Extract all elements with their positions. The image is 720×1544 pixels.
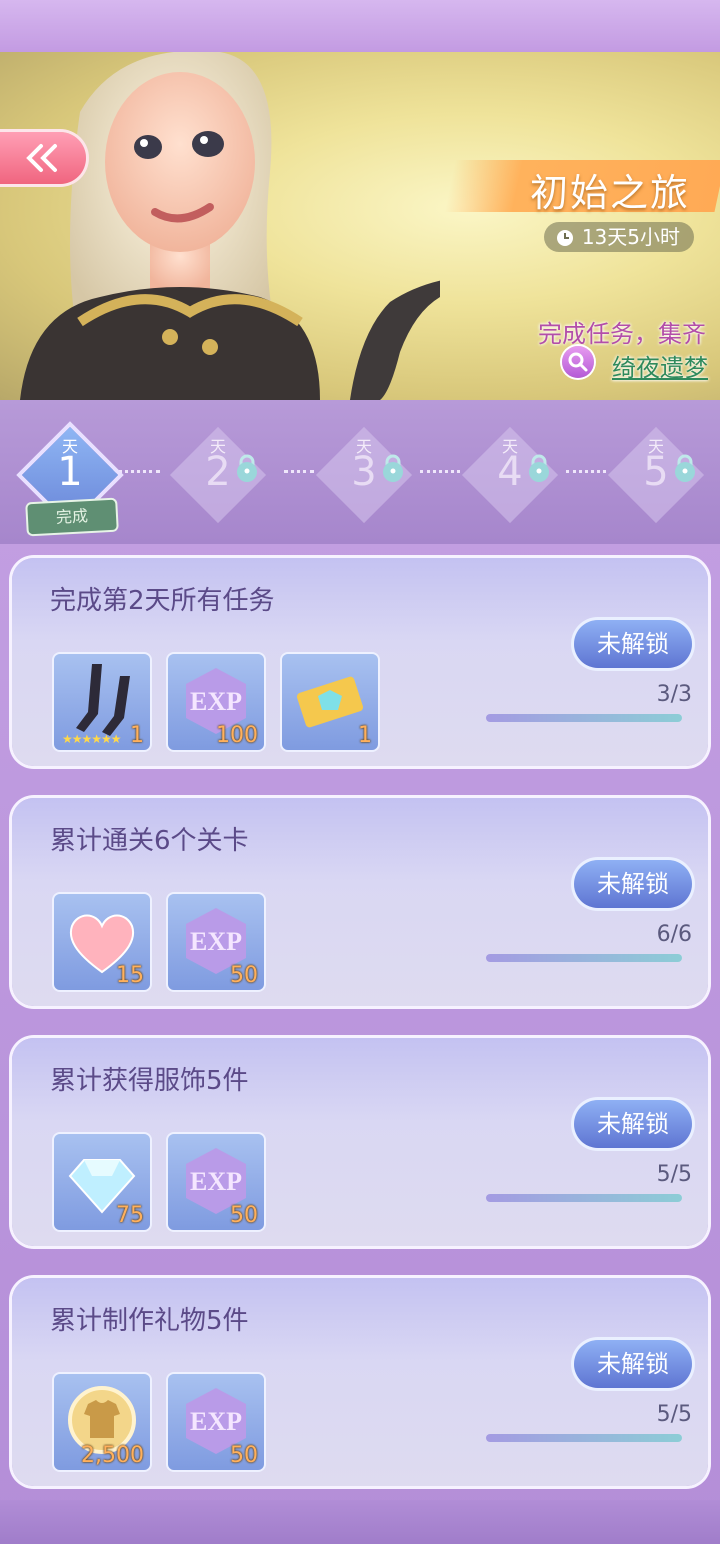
back-button[interactable]	[0, 132, 86, 184]
task-card: 累计制作礼物5件 2,500 EXP 50 未解锁 5/5	[12, 1278, 708, 1486]
reward-item[interactable]: 15	[54, 894, 150, 990]
event-title: 初始之旅	[529, 171, 690, 215]
rarity-stars: ★★★★★★	[62, 732, 122, 746]
completed-badge: 完成	[25, 497, 119, 537]
task-title: 累计获得服饰5件	[50, 1066, 249, 1096]
magnifier-glyph	[568, 352, 588, 372]
reward-count: 1	[358, 723, 372, 748]
svg-text:EXP: EXP	[190, 927, 242, 956]
locked-button[interactable]: 未解锁	[574, 620, 692, 668]
lock-icon	[237, 454, 257, 482]
event-banner: 初始之旅 13天5小时 完成任务，集齐 绮夜遗梦	[0, 52, 720, 400]
progress-text: 5/5	[656, 1402, 692, 1427]
search-icon[interactable]	[562, 346, 594, 378]
reward-count: 50	[230, 1203, 258, 1228]
reward-item[interactable]: EXP 50	[168, 894, 264, 990]
task-title: 完成第2天所有任务	[50, 586, 275, 616]
locked-button[interactable]: 未解锁	[574, 1100, 692, 1148]
task-card: 累计通关6个关卡 15 EXP 50 未解锁 6/6	[12, 798, 708, 1006]
reward-item[interactable]: 75	[54, 1134, 150, 1230]
progress-bar	[486, 954, 682, 962]
day-tab-3[interactable]: 天 3	[315, 426, 413, 524]
progress-fill	[486, 714, 682, 722]
progress-fill	[486, 954, 682, 962]
task-title: 累计制作礼物5件	[50, 1306, 249, 1336]
reward-item[interactable]: EXP 100	[168, 654, 264, 750]
reward-count: 2,500	[81, 1443, 144, 1468]
dotted-connector	[112, 470, 160, 475]
reward-count: 1	[130, 723, 144, 748]
alarm-clock-icon	[556, 230, 573, 246]
progress-text: 5/5	[656, 1162, 692, 1187]
svg-text:EXP: EXP	[190, 1167, 242, 1196]
svg-text:EXP: EXP	[190, 1407, 242, 1436]
lock-icon	[675, 454, 695, 482]
outfit-set-link[interactable]: 绮夜遗梦	[612, 348, 708, 383]
reward-count: 50	[230, 963, 258, 988]
dotted-connector	[284, 470, 314, 475]
task-card: 完成第2天所有任务 ★★★★★★ 1 EXP 100 1 未解锁 3/3	[12, 558, 708, 766]
day-number: 1	[57, 449, 83, 495]
event-timer: 13天5小时	[543, 222, 694, 252]
reward-count: 50	[230, 1443, 258, 1468]
top-status-bar	[0, 0, 720, 52]
reward-count: 100	[216, 723, 258, 748]
character-illustration	[20, 52, 440, 400]
task-title: 累计通关6个关卡	[50, 826, 249, 856]
day-tab-4[interactable]: 天 4	[461, 426, 559, 524]
locked-button[interactable]: 未解锁	[574, 860, 692, 908]
lock-icon	[383, 454, 403, 482]
reward-item[interactable]: 2,500	[54, 1374, 150, 1470]
dotted-connector	[566, 470, 606, 475]
event-description: 完成任务，集齐	[538, 320, 706, 348]
reward-count: 75	[116, 1203, 144, 1228]
progress-fill	[486, 1194, 682, 1202]
day-tab-2[interactable]: 天 2	[169, 426, 267, 524]
progress-text: 3/3	[656, 682, 692, 707]
dotted-connector	[420, 470, 460, 475]
timer-text: 13天5小时	[581, 225, 680, 249]
progress-text: 6/6	[656, 922, 692, 947]
double-chevron-left-icon	[26, 144, 57, 172]
reward-count: 15	[116, 963, 144, 988]
locked-button[interactable]: 未解锁	[574, 1340, 692, 1388]
progress-fill	[486, 1434, 682, 1442]
reward-item[interactable]: ★★★★★★ 1	[54, 654, 150, 750]
bottom-fade	[0, 1500, 720, 1544]
reward-item[interactable]: EXP 50	[168, 1374, 264, 1470]
progress-bar	[486, 1434, 682, 1442]
progress-bar	[486, 1194, 682, 1202]
day-tab-5[interactable]: 天 5	[607, 426, 705, 524]
reward-item[interactable]: 1	[282, 654, 378, 750]
lock-icon	[529, 454, 549, 482]
progress-bar	[486, 714, 682, 722]
task-card: 累计获得服饰5件 75 EXP 50 未解锁 5/5	[12, 1038, 708, 1246]
reward-item[interactable]: EXP 50	[168, 1134, 264, 1230]
svg-text:EXP: EXP	[190, 687, 242, 716]
